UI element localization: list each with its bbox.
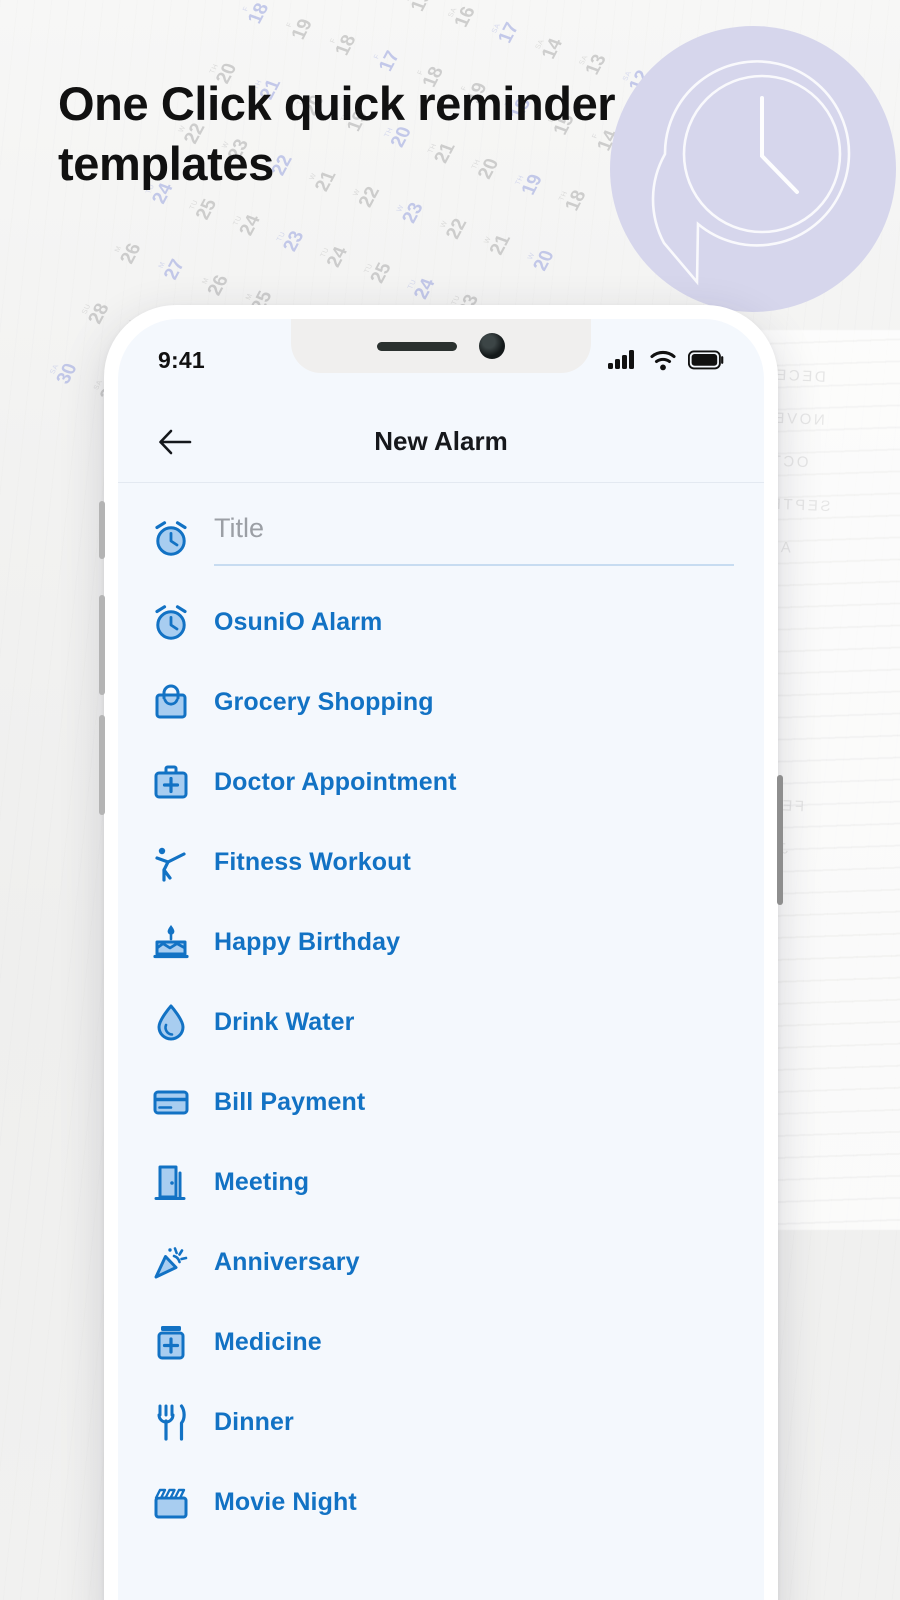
calendar-decor-cell: TU 25 — [188, 196, 222, 223]
silent-switch-button[interactable] — [99, 501, 105, 559]
template-item-label: Anniversary — [214, 1247, 360, 1276]
calendar-decor-cell: F 19 — [285, 16, 318, 43]
clapperboard-icon — [148, 1482, 194, 1522]
template-item-doctor-appointment[interactable]: Doctor Appointment — [148, 742, 734, 822]
title-input-row — [118, 483, 764, 566]
calendar-decor-cell: SA16 — [447, 4, 481, 30]
medicine-bottle-icon — [148, 1322, 194, 1362]
template-item-grocery-shopping[interactable]: Grocery Shopping — [148, 662, 734, 742]
status-bar: 9:41 — [118, 319, 764, 401]
template-item-drink-water[interactable]: Drink Water — [148, 982, 734, 1062]
alarm-clock-icon — [148, 518, 194, 558]
calendar-decor-cell: F 18 — [329, 32, 361, 59]
credit-card-icon — [148, 1082, 194, 1122]
template-item-label: Movie Night — [214, 1487, 357, 1516]
water-drop-icon — [148, 1002, 194, 1042]
template-item-label: Dinner — [214, 1407, 294, 1436]
template-item-label: OsuniO Alarm — [214, 607, 383, 636]
title-input[interactable] — [214, 509, 734, 548]
back-arrow-icon — [159, 429, 192, 454]
calendar-decor-cell: W 21 — [483, 231, 516, 258]
template-item-medicine[interactable]: Medicine — [148, 1302, 734, 1382]
calendar-decor-cell: SA 17 — [490, 19, 524, 46]
alarm-clock-icon — [148, 602, 194, 642]
template-item-label: Happy Birthday — [214, 927, 401, 956]
template-list: OsuniO Alarm Grocery Shopping Doctor App… — [118, 566, 764, 1542]
template-item-label: Fitness Workout — [214, 847, 411, 876]
status-bar-time: 9:41 — [158, 346, 205, 373]
title-field — [214, 509, 734, 566]
calendar-decor-cell: W 20 — [526, 247, 560, 274]
party-popper-icon — [148, 1242, 194, 1282]
calendar-decor-cell: W 22 — [439, 215, 472, 242]
calendar-decor-cell: TU 24 — [406, 275, 440, 302]
template-item-label: Doctor Appointment — [214, 767, 457, 796]
calendar-decor-cell: W 23 — [395, 200, 429, 226]
calendar-decor-cell: SA 14 — [534, 35, 568, 62]
template-item-label: Drink Water — [214, 1007, 355, 1036]
calendar-decor-cell: SU28 — [81, 300, 115, 327]
page-title: New Alarm — [374, 426, 508, 456]
door-icon — [148, 1162, 194, 1202]
calendar-decor-cell: M27 — [157, 256, 190, 283]
headline: One Click quick reminder templates — [58, 77, 616, 191]
template-item-osunio-alarm[interactable]: OsuniO Alarm — [148, 582, 734, 662]
template-item-movie-night[interactable]: Movie Night — [148, 1462, 734, 1542]
volume-up-button[interactable] — [99, 595, 105, 695]
shopping-bag-icon — [148, 682, 194, 722]
volume-down-button[interactable] — [99, 715, 105, 815]
back-button[interactable] — [152, 419, 198, 465]
birthday-cake-icon — [148, 922, 194, 962]
template-item-happy-birthday[interactable]: Happy Birthday — [148, 902, 734, 982]
fitness-person-icon — [148, 842, 194, 882]
promo-screenshot: SA30SU28M26TU24W22TH20F18SA16SA31SU29M27… — [0, 0, 900, 1600]
app-bar: New Alarm — [118, 401, 764, 483]
wifi-icon — [650, 350, 676, 371]
template-item-label: Medicine — [214, 1327, 322, 1356]
phone-mockup: 9:41 New Alarm Title OsuniO Alarm Grocer… — [99, 305, 783, 1600]
calendar-decor-cell: M26 — [113, 240, 146, 267]
battery-full-icon — [688, 350, 724, 370]
calendar-decor-cell: SA16 — [354, 0, 395, 4]
calendar-decor-cell: SA15 — [404, 0, 437, 15]
template-item-dinner[interactable]: Dinner — [148, 1382, 734, 1462]
cellular-signal-icon — [608, 350, 634, 369]
power-button[interactable] — [777, 775, 783, 905]
phone-screen: 9:41 New Alarm Title OsuniO Alarm Grocer… — [118, 319, 764, 1600]
template-item-meeting[interactable]: Meeting — [148, 1142, 734, 1222]
template-item-label: Bill Payment — [214, 1087, 366, 1116]
calendar-decor-cell: TU 25 — [363, 260, 397, 287]
calendar-decor-cell: TU23 — [275, 228, 309, 255]
calendar-decor-cell: F 18 — [242, 0, 274, 27]
template-item-fitness-workout[interactable]: Fitness Workout — [148, 822, 734, 902]
medical-kit-icon — [148, 762, 194, 802]
calendar-decor-cell: M26 — [201, 272, 234, 299]
template-item-label: Grocery Shopping — [214, 687, 434, 716]
template-item-label: Meeting — [214, 1167, 310, 1196]
calendar-decor-cell: TU 24 — [319, 244, 353, 271]
template-item-bill-payment[interactable]: Bill Payment — [148, 1062, 734, 1142]
template-item-anniversary[interactable]: Anniversary — [148, 1222, 734, 1302]
calendar-decor-cell: TU 24 — [232, 212, 266, 239]
fork-knife-icon — [148, 1402, 194, 1442]
